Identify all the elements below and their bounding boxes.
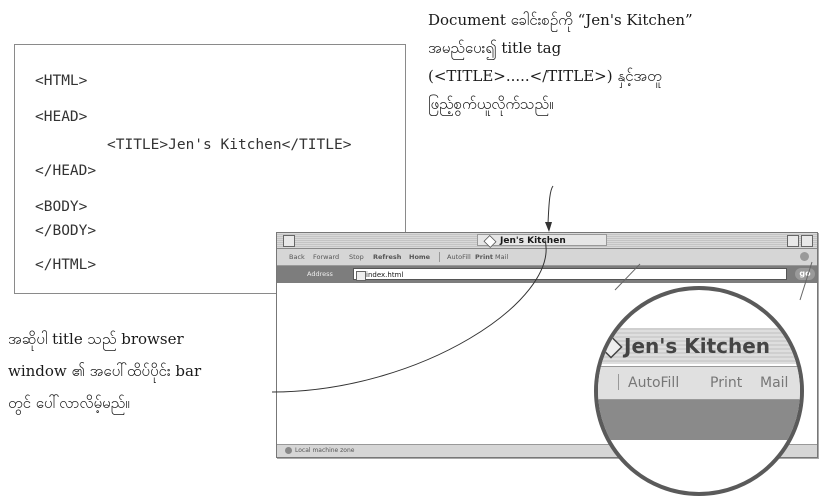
toolbar-separator (439, 252, 440, 262)
magnified-print: Print (710, 375, 743, 391)
address-label: Address (307, 270, 333, 278)
address-value: index.html (366, 271, 404, 279)
autofill-button[interactable]: AutoFill (447, 253, 471, 261)
top-caption-line: ဖြည့်စွက်ယူလိုက်သည်။ (428, 95, 554, 113)
browser-toolbar: Back Forward Stop Refresh Home AutoFill … (277, 249, 817, 266)
left-caption-line: အဆိုပါ title သည် browser (8, 330, 184, 348)
top-caption: Document ခေါင်းစဉ်ကို “Jen's Kitchen” အမ… (428, 6, 820, 118)
arrow-head-icon (545, 222, 552, 232)
left-caption-line: တွင် ပေါ်လာလိမ့်မည်။ (8, 394, 130, 412)
back-button[interactable]: Back (289, 253, 305, 261)
status-text: Local machine zone (295, 447, 355, 454)
forward-button[interactable]: Forward (313, 253, 339, 261)
browser-title-bar[interactable]: Jen's Kitchen (277, 233, 817, 249)
callout-line (547, 185, 554, 225)
magnified-address-strip (598, 400, 800, 440)
code-line: </HEAD> (35, 163, 97, 179)
activity-indicator-icon (800, 252, 809, 261)
zoom-box-icon[interactable] (787, 235, 799, 247)
magnified-mail: Mail (760, 375, 789, 391)
address-input[interactable]: index.html (353, 268, 787, 281)
mail-button[interactable]: Mail (495, 253, 508, 261)
code-line: <HEAD> (35, 109, 88, 125)
refresh-button[interactable]: Refresh (373, 253, 401, 261)
magnified-title: Jen's Kitchen (624, 334, 771, 358)
code-line: <TITLE>Jen's Kitchen</TITLE> (107, 137, 352, 153)
top-caption-line: Document ခေါင်းစဉ်ကို “Jen's Kitchen” (428, 11, 693, 29)
go-button[interactable]: go (795, 268, 815, 280)
document-icon (483, 234, 497, 249)
code-line: </BODY> (35, 223, 97, 239)
close-box-icon[interactable] (283, 235, 295, 247)
home-button[interactable]: Home (409, 253, 430, 261)
collapse-box-icon[interactable] (801, 235, 813, 247)
code-line: </HTML> (35, 257, 97, 273)
code-line: <HTML> (35, 73, 88, 89)
browser-title-text: Jen's Kitchen (500, 236, 566, 246)
zone-icon (285, 447, 292, 454)
top-caption-line: အမည်ပေး၍ title tag (428, 39, 562, 57)
left-caption: အဆိုပါ title သည် browser window ၏ အပေါ်ထ… (8, 323, 273, 419)
left-caption-line: window ၏ အပေါ်ထိပ်ပိုင်း bar (8, 362, 202, 380)
print-button[interactable]: Print (475, 253, 493, 261)
page-icon (356, 271, 366, 281)
toolbar-separator (618, 374, 619, 390)
stop-button[interactable]: Stop (349, 253, 364, 261)
magnified-autofill: AutoFill (628, 375, 680, 391)
browser-title: Jen's Kitchen (477, 234, 607, 249)
address-bar: Address index.html go (277, 266, 817, 283)
top-caption-line: (<TITLE>.....</TITLE>) နှင့်အတူ (428, 67, 662, 85)
code-line: <BODY> (35, 199, 88, 215)
magnifier-zoom: Jen's Kitchen AutoFill Print Mail (594, 286, 804, 496)
